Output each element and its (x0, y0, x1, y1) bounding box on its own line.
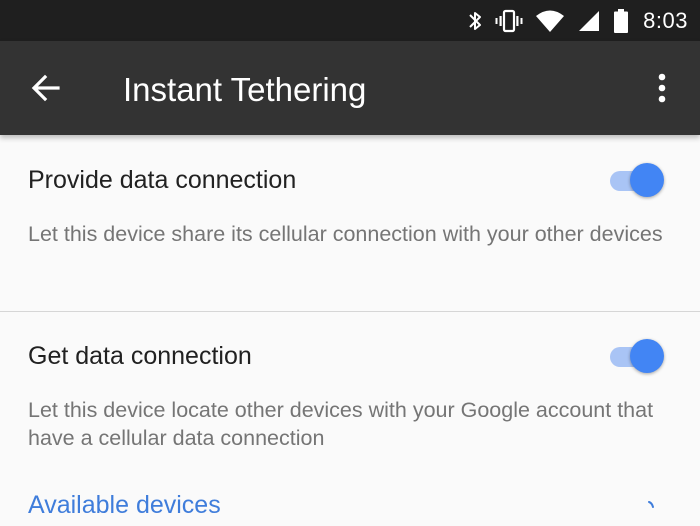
get-data-toggle[interactable] (608, 337, 668, 373)
cellular-signal-icon (577, 9, 601, 33)
setting-label: Provide data connection (28, 166, 297, 194)
page-title: Instant Tethering (123, 71, 367, 108)
provide-data-toggle[interactable] (608, 161, 668, 197)
toggle-thumb (630, 163, 664, 197)
setting-label: Get data connection (28, 342, 252, 370)
overflow-menu-button[interactable] (650, 68, 674, 108)
status-bar: 8:03 (0, 0, 700, 41)
more-vert-icon (658, 73, 666, 103)
bluetooth-icon (467, 9, 483, 33)
arrow-back-icon (31, 74, 60, 102)
wifi-icon (535, 9, 565, 33)
setting-description: Let this device share its cellular conne… (28, 222, 663, 246)
vibrate-icon (495, 9, 523, 33)
available-devices-header: Available devices (28, 491, 221, 519)
setting-provide-data[interactable]: Provide data connection Let this device … (0, 135, 700, 311)
battery-icon (613, 8, 629, 34)
toggle-thumb (630, 339, 664, 373)
back-button[interactable] (28, 70, 64, 106)
loading-spinner-icon (648, 501, 654, 508)
app-bar: Instant Tethering (0, 41, 700, 135)
status-icons: 8:03 (455, 0, 688, 41)
status-time: 8:03 (643, 7, 688, 33)
setting-description: Let this device locate other devices wit… (28, 398, 654, 450)
setting-get-data[interactable]: Get data connection Let this device loca… (0, 312, 700, 472)
